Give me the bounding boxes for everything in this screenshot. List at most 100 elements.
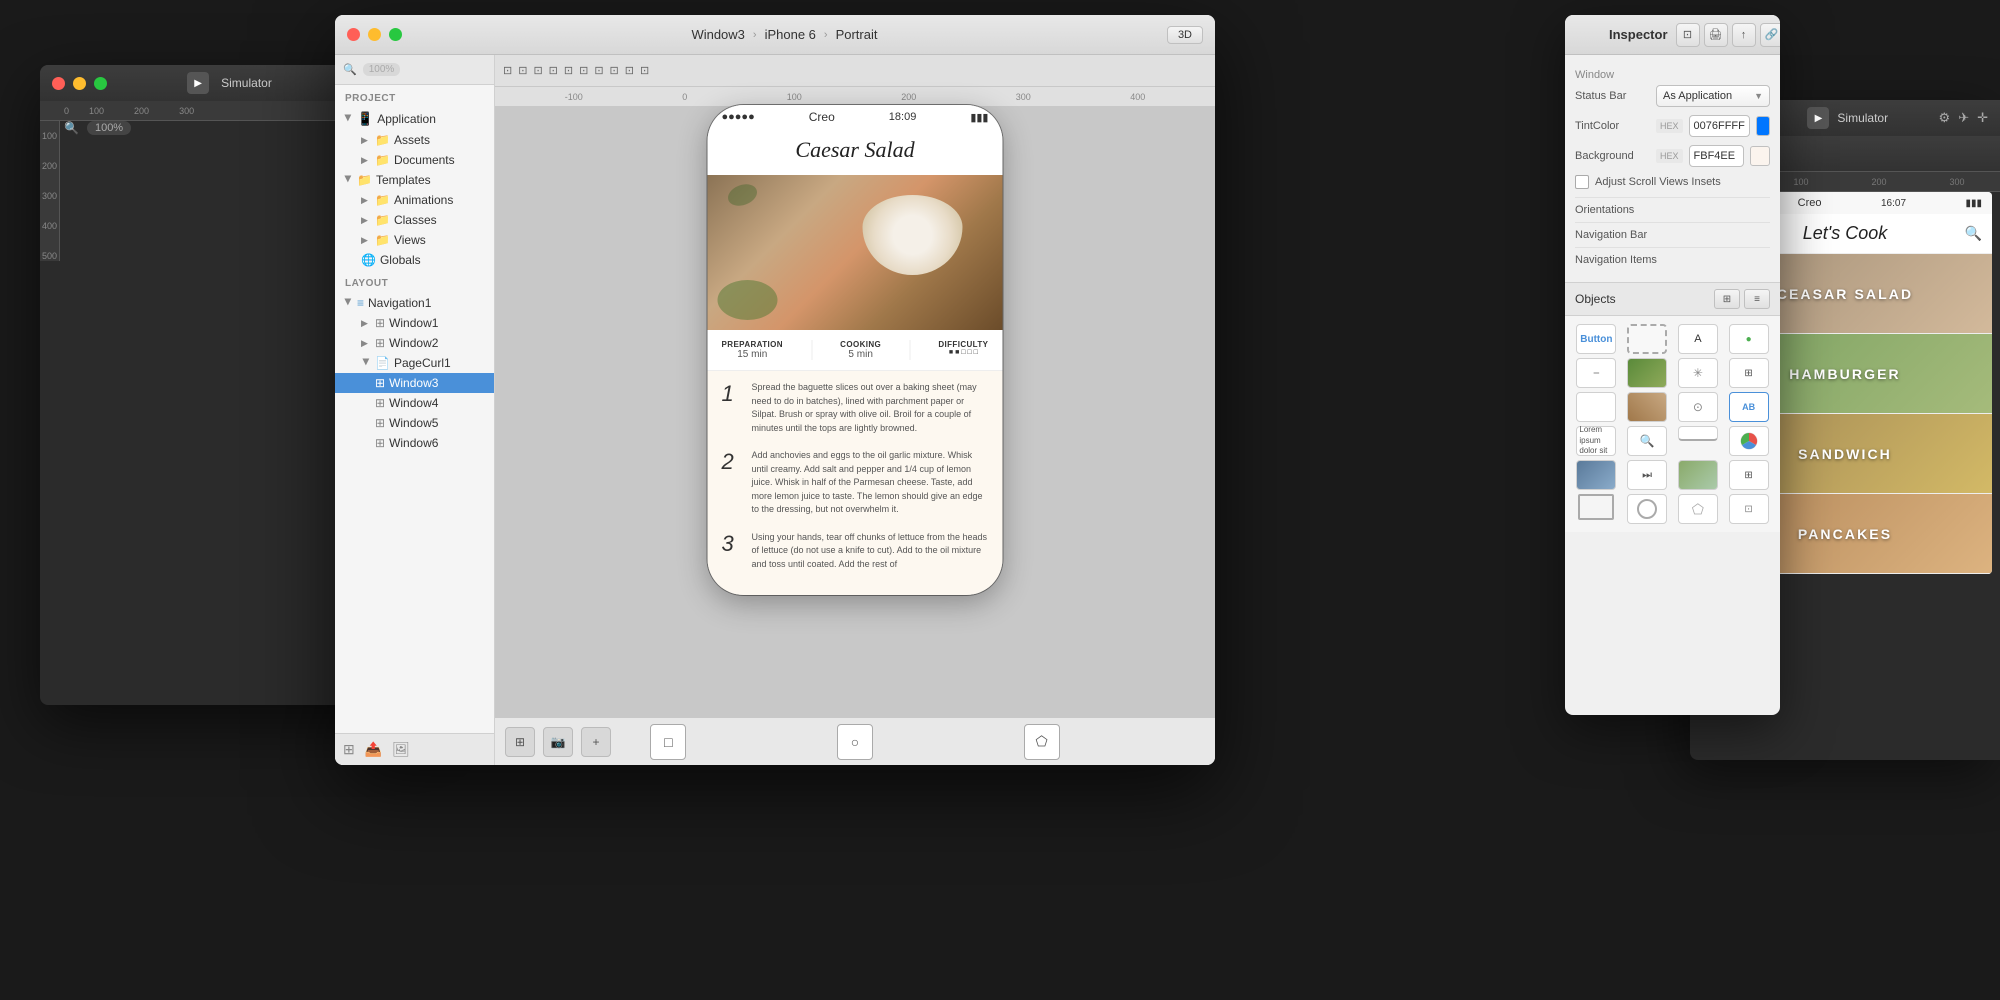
sidebar-item-window3[interactable]: ⊞ Window3 — [335, 373, 494, 393]
obj-gallery[interactable] — [1624, 392, 1671, 422]
right-play-btn[interactable]: ▶ — [1807, 107, 1829, 129]
orientations-row[interactable]: Orientations — [1575, 197, 1770, 222]
inspector-tab-link[interactable]: 🔗 — [1760, 23, 1780, 47]
right-crosshair-icon[interactable]: ✛ — [1977, 110, 1988, 126]
3d-button[interactable]: 3D — [1167, 26, 1203, 44]
obj-chart[interactable] — [1725, 426, 1772, 456]
arrow-icon3: ▶ — [343, 175, 354, 185]
obj-circle[interactable] — [1624, 494, 1671, 524]
obj-activity[interactable]: ✳ — [1675, 358, 1722, 388]
sidebar-item-window5[interactable]: ⊞ Window5 — [335, 413, 494, 433]
toggle-obj-icon: ● — [1729, 324, 1769, 354]
obj-tableview[interactable] — [1573, 392, 1620, 422]
tint-color-swatch[interactable] — [1756, 116, 1770, 136]
obj-text1[interactable]: Lorem ipsum dolor sit — [1573, 426, 1620, 456]
obj-rect[interactable] — [1573, 494, 1620, 524]
layers-btn[interactable]: ⊞ — [505, 727, 535, 757]
obj-separator[interactable] — [1675, 426, 1722, 456]
tint-hex-input[interactable]: 0076FFFF — [1689, 115, 1750, 137]
obj-img2[interactable] — [1573, 460, 1620, 490]
gallery-obj-icon — [1627, 392, 1667, 422]
inspector-title: Inspector — [1601, 27, 1668, 42]
left-zoom-label: 100% — [87, 121, 131, 135]
window-icon5: ⊞ — [375, 416, 385, 430]
share-icon[interactable]: 📤 — [365, 741, 382, 758]
obj-textedit[interactable]: AB — [1725, 392, 1772, 422]
obj-toggle[interactable]: ● — [1725, 324, 1772, 354]
adjust-scroll-label: Adjust Scroll Views Insets — [1595, 176, 1721, 188]
layout-label: LAYOUT — [335, 270, 494, 293]
bg-color-swatch[interactable] — [1750, 146, 1770, 166]
obj-media[interactable]: ⏭ — [1624, 460, 1671, 490]
sidebar-item-classes[interactable]: ▶ 📁 Classes — [335, 210, 494, 230]
obj-search[interactable]: 🔍 — [1624, 426, 1671, 456]
align-icon9[interactable]: ⊡ — [625, 64, 634, 77]
sidebar-search-icon[interactable]: 🔍 — [343, 63, 357, 76]
label-obj-icon: A — [1678, 324, 1718, 354]
photo-btn[interactable]: 📷 — [543, 727, 573, 757]
main-maximize-btn[interactable] — [389, 28, 402, 41]
align-icon8[interactable]: ⊡ — [610, 64, 619, 77]
obj-custom[interactable]: ⊡ — [1725, 494, 1772, 524]
obj-slider[interactable]: ⎯ — [1573, 358, 1620, 388]
main-minimize-btn[interactable] — [368, 28, 381, 41]
obj-grid[interactable]: ⊞ — [1725, 460, 1772, 490]
align-icon1[interactable]: ⊡ — [503, 64, 512, 77]
add-btn[interactable]: + — [581, 727, 611, 757]
main-close-btn[interactable] — [347, 28, 360, 41]
sidebar-item-templates[interactable]: ▶ 📁 Templates — [335, 170, 494, 190]
right-send-icon[interactable]: ✈ — [1958, 110, 1969, 126]
sidebar-item-views[interactable]: ▶ 📁 Views — [335, 230, 494, 250]
sidebar-item-assets[interactable]: ▶ 📁 Assets — [335, 130, 494, 150]
rect-shape-btn[interactable]: □ — [650, 724, 686, 760]
sidebar-item-window4[interactable]: ⊞ Window4 — [335, 393, 494, 413]
obj-view[interactable] — [1624, 324, 1671, 354]
align-icon5[interactable]: ⊡ — [564, 64, 573, 77]
align-icon10[interactable]: ⊡ — [640, 64, 649, 77]
add-icon[interactable]: ⊞ — [343, 741, 355, 758]
objects-list-view-btn[interactable]: ≡ — [1744, 289, 1770, 309]
navigation-bar-row[interactable]: Navigation Bar — [1575, 222, 1770, 247]
objects-grid-view-btn[interactable]: ⊞ — [1714, 289, 1740, 309]
navigation-items-row[interactable]: Navigation Items — [1575, 247, 1770, 272]
obj-browser[interactable]: ⊙ — [1675, 392, 1722, 422]
obj-map[interactable] — [1675, 460, 1722, 490]
obj-imageview[interactable] — [1624, 358, 1671, 388]
sidebar-footer: ⊞ 📤 🖼 — [335, 733, 494, 765]
sidebar-item-pagecurl1[interactable]: ▶ 📄 PageCurl1 — [335, 353, 494, 373]
inspector-tab-print[interactable]: 🖨 — [1704, 23, 1728, 47]
circle-shape-btn[interactable]: ○ — [837, 724, 873, 760]
right-nav-icon-right[interactable]: 🔍 — [1965, 225, 1982, 242]
sidebar-item-globals[interactable]: 🌐 Globals — [335, 250, 494, 270]
obj-pentagon[interactable]: ⬠ — [1675, 494, 1722, 524]
window-icon3: ⊞ — [375, 376, 385, 390]
photo-icon[interactable]: 🖼 — [392, 741, 410, 758]
sidebar-item-documents[interactable]: ▶ 📁 Documents — [335, 150, 494, 170]
obj-stepper[interactable]: ⊞ — [1725, 358, 1772, 388]
right-settings-icon[interactable]: ⚙ — [1939, 110, 1951, 126]
close-btn[interactable] — [52, 77, 65, 90]
left-search-icon[interactable]: 🔍 — [64, 121, 79, 135]
align-icon6[interactable]: ⊡ — [579, 64, 588, 77]
sidebar-item-window2[interactable]: ▶ ⊞ Window2 — [335, 333, 494, 353]
status-bar-select[interactable]: As Application ▼ — [1656, 85, 1770, 107]
sidebar-item-application[interactable]: ▶ 📱 Application — [335, 108, 494, 130]
sidebar-item-window6[interactable]: ⊞ Window6 — [335, 433, 494, 453]
adjust-scroll-checkbox[interactable] — [1575, 175, 1589, 189]
play-button[interactable]: ▶ — [187, 72, 209, 94]
align-icon3[interactable]: ⊡ — [533, 64, 542, 77]
minimize-btn[interactable] — [73, 77, 86, 90]
inspector-tab-properties[interactable]: ⊡ — [1676, 23, 1700, 47]
obj-button[interactable]: Button — [1573, 324, 1620, 354]
sidebar-item-window1[interactable]: ▶ ⊞ Window1 — [335, 313, 494, 333]
bg-hex-input[interactable]: FBF4EE — [1689, 145, 1744, 167]
pentagon-shape-btn[interactable]: ⬠ — [1024, 724, 1060, 760]
sidebar-item-animations[interactable]: ▶ 📁 Animations — [335, 190, 494, 210]
maximize-btn[interactable] — [94, 77, 107, 90]
align-icon4[interactable]: ⊡ — [549, 64, 558, 77]
sidebar-item-navigation1[interactable]: ▶ ≡ Navigation1 — [335, 293, 494, 313]
inspector-tab-export[interactable]: ↑ — [1732, 23, 1756, 47]
obj-label[interactable]: A — [1675, 324, 1722, 354]
align-icon2[interactable]: ⊡ — [518, 64, 527, 77]
align-icon7[interactable]: ⊡ — [594, 64, 603, 77]
